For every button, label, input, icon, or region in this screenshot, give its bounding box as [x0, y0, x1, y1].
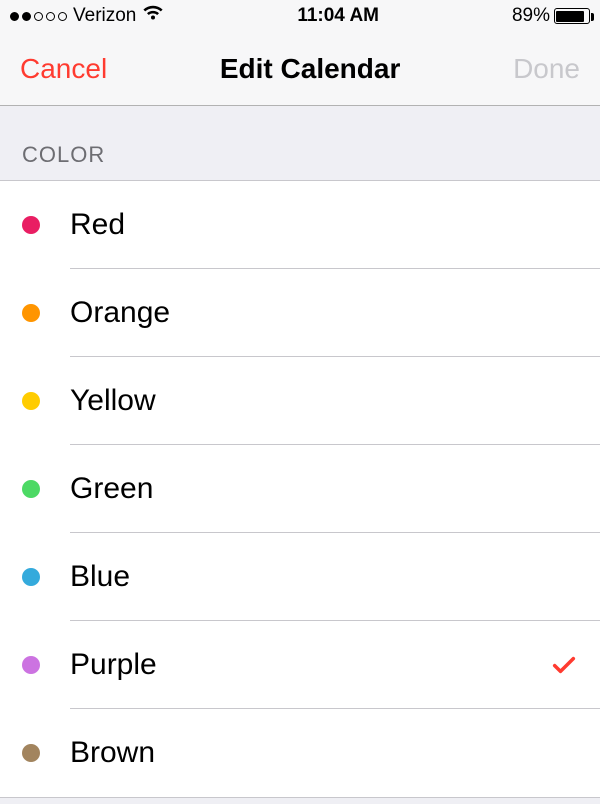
color-swatch-icon: [22, 568, 40, 586]
color-option-label: Yellow: [70, 384, 578, 418]
checkmark-icon: [550, 651, 578, 679]
color-option-label: Purple: [70, 648, 550, 682]
signal-dot: [46, 12, 55, 21]
color-swatch-icon: [22, 216, 40, 234]
color-option-blue[interactable]: Blue: [0, 533, 600, 621]
color-option-label: Blue: [70, 560, 578, 594]
status-bar: Verizon 11:04 AM 89%: [0, 0, 600, 32]
color-option-brown[interactable]: Brown: [0, 709, 600, 797]
wifi-icon: [142, 5, 164, 27]
done-button[interactable]: Done: [513, 53, 580, 85]
color-swatch-icon: [22, 656, 40, 674]
carrier-label: Verizon: [73, 5, 136, 27]
battery-icon: [554, 8, 590, 24]
color-swatch-icon: [22, 304, 40, 322]
status-time: 11:04 AM: [297, 5, 379, 27]
nav-bar: Cancel Edit Calendar Done: [0, 32, 600, 106]
color-option-purple[interactable]: Purple: [0, 621, 600, 709]
signal-dot: [22, 12, 31, 21]
signal-dot: [34, 12, 43, 21]
color-swatch-icon: [22, 480, 40, 498]
color-swatch-icon: [22, 744, 40, 762]
page-title: Edit Calendar: [220, 53, 400, 85]
color-option-orange[interactable]: Orange: [0, 269, 600, 357]
color-option-yellow[interactable]: Yellow: [0, 357, 600, 445]
color-list: Red Orange Yellow Green Blue Purple Brown: [0, 180, 600, 798]
color-option-label: Green: [70, 472, 578, 506]
cancel-button[interactable]: Cancel: [20, 53, 107, 85]
battery-percentage: 89%: [512, 5, 550, 27]
color-option-label: Orange: [70, 296, 578, 330]
color-option-red[interactable]: Red: [0, 181, 600, 269]
signal-dot: [58, 12, 67, 21]
signal-dot: [10, 12, 19, 21]
signal-strength-icon: [10, 12, 67, 21]
color-option-label: Red: [70, 208, 578, 242]
color-option-label: Brown: [70, 736, 578, 770]
section-header-color: COLOR: [0, 106, 600, 180]
color-swatch-icon: [22, 392, 40, 410]
status-left: Verizon: [10, 5, 164, 27]
status-right: 89%: [512, 5, 590, 27]
color-option-green[interactable]: Green: [0, 445, 600, 533]
